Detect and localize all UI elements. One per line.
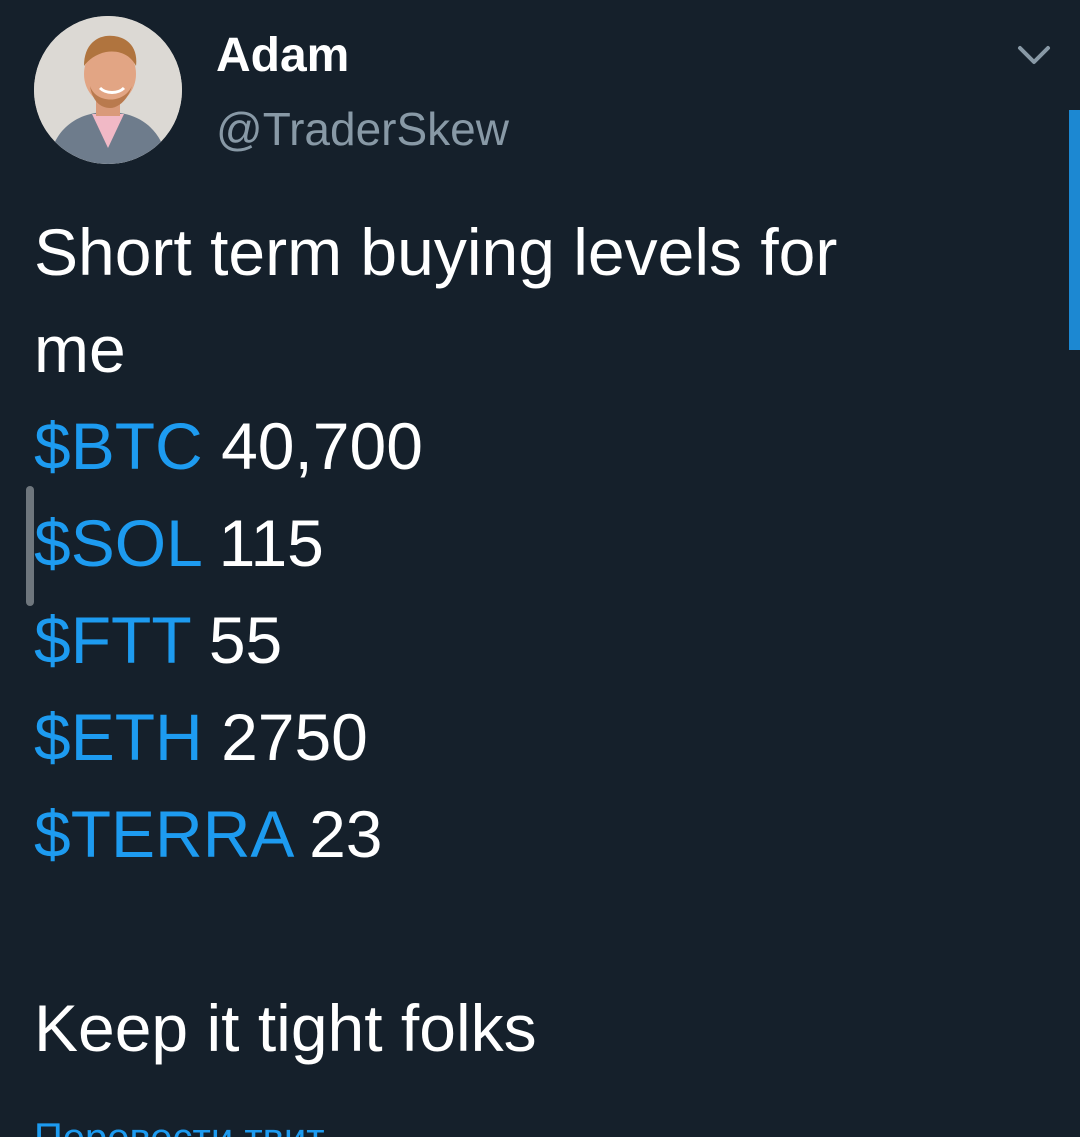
tweet-intro-line: Short term buying levels for	[34, 215, 838, 289]
level-row-btc: $BTC 40,700	[34, 398, 1034, 495]
level-row-eth: $ETH 2750	[34, 689, 1034, 786]
level-value: 23	[309, 797, 383, 871]
cashtag-link[interactable]: $ETH	[34, 700, 203, 774]
cashtag-link[interactable]: $SOL	[34, 506, 200, 580]
tweet-intro-line: me	[34, 312, 126, 386]
translate-tweet-link[interactable]: Перевести твит	[34, 1114, 325, 1137]
avatar[interactable]	[34, 16, 182, 164]
tweet-closing-line: Keep it tight folks	[34, 991, 537, 1065]
chevron-down-icon[interactable]	[1012, 38, 1056, 74]
level-row-sol: $SOL 115	[34, 495, 1034, 592]
level-value: 40,700	[221, 409, 423, 483]
scrollbar[interactable]	[1069, 110, 1080, 350]
level-value: 55	[208, 603, 283, 677]
author-display-name[interactable]: Adam	[216, 28, 349, 84]
cashtag-link[interactable]: $BTC	[34, 409, 203, 483]
tweet-spacer	[34, 883, 1034, 980]
cashtag-link[interactable]: $FTT	[34, 603, 190, 677]
cashtag-link[interactable]: $TERRA	[34, 797, 291, 871]
author-handle[interactable]: @TraderSkew	[216, 102, 509, 156]
level-value: 2750	[221, 700, 368, 774]
tweet-text: Short term buying levels for me $BTC 40,…	[34, 204, 1034, 1077]
text-selection-handle[interactable]	[26, 486, 34, 606]
level-row-ftt: $FTT 55	[34, 592, 1034, 689]
level-row-terra: $TERRA 23	[34, 786, 1034, 883]
level-value: 115	[218, 506, 324, 580]
